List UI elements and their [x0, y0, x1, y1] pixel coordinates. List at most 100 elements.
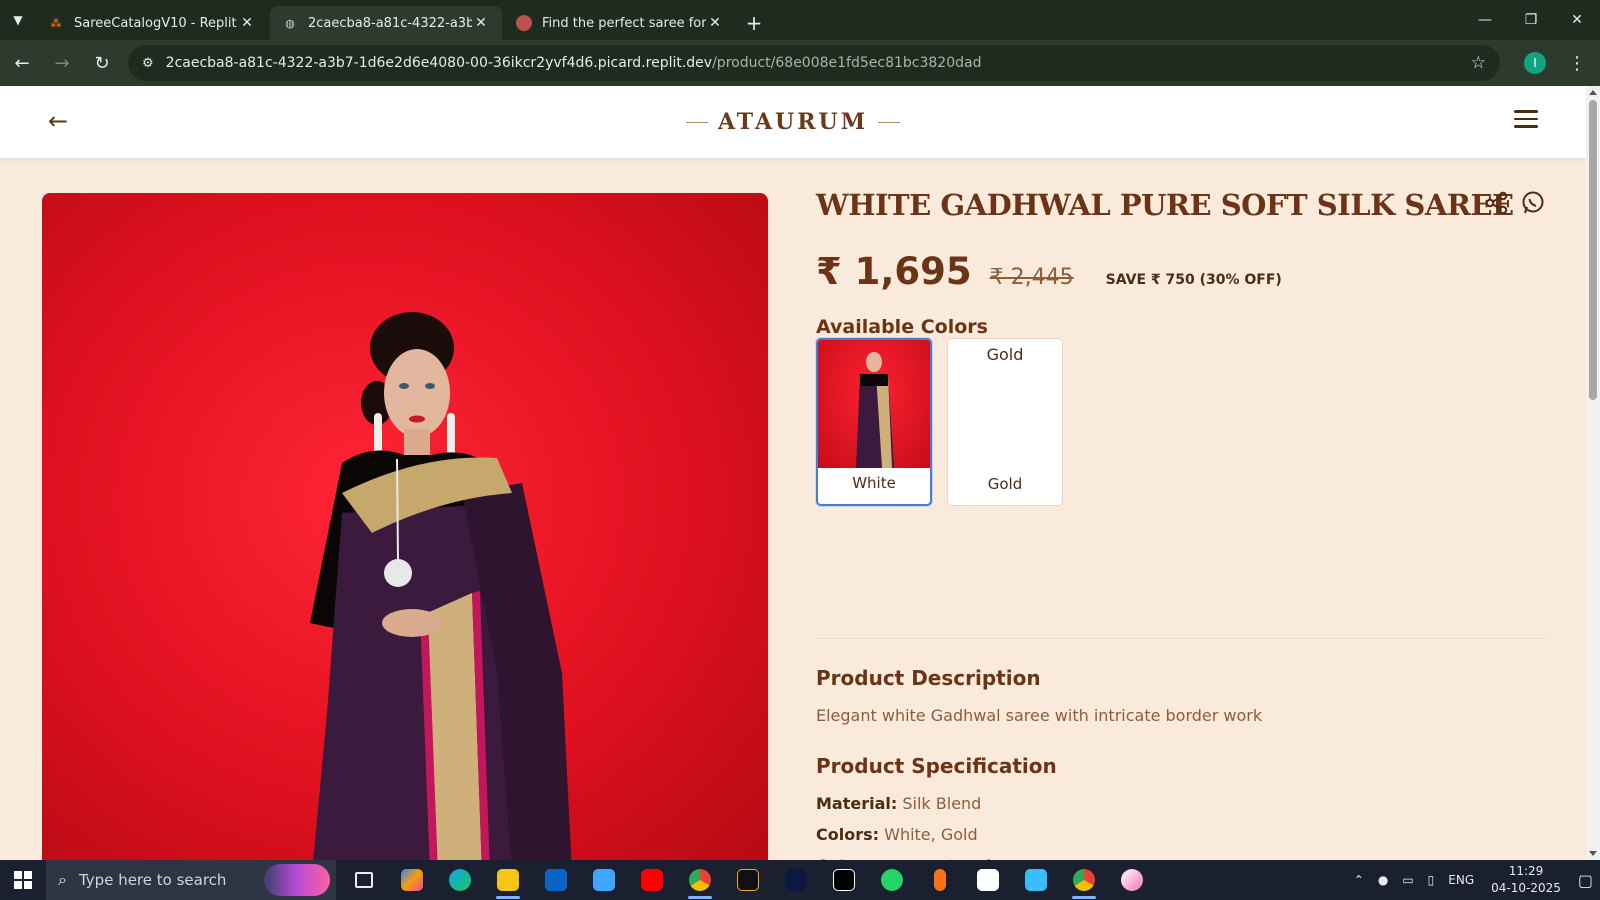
arrow-right-icon: → [54, 52, 70, 74]
scroll-down-icon[interactable] [1589, 851, 1597, 856]
close-tab-icon[interactable]: ✕ [472, 15, 490, 31]
windows-logo-icon [14, 871, 32, 889]
spec-colors: Colors: White, Gold [816, 825, 978, 844]
brand-line-left [685, 121, 708, 123]
microphone-app-icon[interactable] [916, 860, 964, 900]
product-description: Elegant white Gadhwal saree with intrica… [816, 706, 1263, 725]
clock[interactable]: 11:29 04-10-2025 [1491, 863, 1561, 897]
original-price: ₹ 2,445 [989, 265, 1074, 290]
whatsapp-icon[interactable] [1520, 190, 1546, 216]
chrome-profile-icon[interactable] [676, 860, 724, 900]
tab-title: 2caecba8-a81c-4322-a3b7-1d6 [308, 15, 472, 31]
restore-icon[interactable]: ❐ [1508, 0, 1554, 40]
reload-button[interactable]: ↻ [84, 45, 120, 81]
browser-menu-icon[interactable]: ⋮ [1568, 53, 1586, 74]
product-title: WHITE GADHWAL PURE SOFT SILK SAREE [816, 188, 1514, 222]
broken-image-alt: Gold [986, 345, 1024, 364]
solitaire-icon[interactable] [964, 860, 1012, 900]
product-info-panel: WHITE GADHWAL PURE SOFT SILK SAREE ₹ 1,6… [816, 188, 1546, 860]
price-row: ₹ 1,695 ₹ 2,445 SAVE ₹ 750 (30% OFF) [816, 250, 1282, 293]
close-window-icon[interactable]: ✕ [1554, 0, 1600, 40]
display-icon[interactable]: ▯ [1428, 873, 1435, 887]
minimize-icon[interactable]: — [1462, 0, 1508, 40]
color-label: White [852, 474, 896, 492]
brand-logo[interactable]: ATAURUM [685, 109, 901, 135]
language-indicator[interactable]: ENG [1448, 873, 1474, 887]
tab-search-button[interactable]: ▼ [0, 0, 36, 40]
close-tab-icon[interactable]: ✕ [238, 15, 256, 31]
page-scrollbar[interactable] [1586, 86, 1600, 860]
whatsapp-app-icon[interactable] [868, 860, 916, 900]
profile-avatar[interactable]: I [1524, 52, 1546, 74]
colors-heading: Available Colors [816, 316, 988, 338]
search-highlight-image [264, 864, 330, 896]
reload-icon: ↻ [94, 52, 110, 74]
spec-value: White, Gold [884, 825, 978, 844]
browser-tab-active[interactable]: ◍ 2caecba8-a81c-4322-a3b7-1d6 ✕ [270, 6, 502, 40]
url-path: /product/68e008e1fd5ec81bc3820dad [712, 55, 982, 71]
chevron-up-icon[interactable]: ⌃ [1354, 873, 1364, 887]
bookmark-star-icon[interactable]: ☆ [1471, 53, 1486, 73]
site-info-icon[interactable]: ⚙ [142, 56, 154, 71]
taskbar-search[interactable]: ⌕ Type here to search [46, 860, 336, 900]
new-tab-button[interactable]: + [738, 6, 770, 40]
notifications-icon[interactable]: ▢ [1578, 871, 1593, 890]
microphone-icon[interactable]: ● [1378, 873, 1388, 887]
page-viewport: ← ATAURUM WHITE GADHWAL PURE SOFT SILK S… [0, 86, 1586, 860]
address-bar[interactable]: ⚙ 2caecba8-a81c-4322-a3b7-1d6e2d6e4080-0… [128, 45, 1500, 81]
saree-model-illustration [310, 312, 572, 860]
window-controls: — ❐ ✕ [1462, 0, 1600, 40]
snipping-tool-icon[interactable] [1012, 860, 1060, 900]
copilot-icon[interactable] [388, 860, 436, 900]
back-arrow-icon[interactable]: ← [48, 108, 74, 134]
outlook-icon[interactable] [532, 860, 580, 900]
spec-key: Material: [816, 794, 898, 813]
windows-taskbar: ⌕ Type here to search ⌃ ● ▭ ▯ ENG 11:29 … [0, 860, 1600, 900]
chrome-icon[interactable] [1060, 860, 1108, 900]
forward-button[interactable]: → [44, 45, 80, 81]
color-option-white[interactable]: White [816, 338, 932, 506]
spec-heading: Product Specification [816, 754, 1057, 778]
browser-tab[interactable]: ⁂ SareeCatalogV10 - Replit ✕ [36, 6, 268, 40]
share-icon[interactable] [1484, 190, 1510, 216]
search-placeholder: Type here to search [78, 871, 227, 889]
color-option-gold[interactable]: Gold Gold [947, 338, 1063, 506]
clock-time: 11:29 [1508, 864, 1544, 878]
color-thumbnail [818, 340, 930, 468]
back-button[interactable]: ← [4, 45, 40, 81]
plus-icon: + [745, 11, 763, 35]
site-favicon-icon [516, 15, 532, 31]
chevron-down-icon: ▼ [13, 13, 23, 27]
system-tray: ⌃ ● ▭ ▯ ENG 11:29 04-10-2025 ▢ [1347, 860, 1600, 900]
hotstar-icon[interactable] [772, 860, 820, 900]
search-icon: ⌕ [58, 870, 67, 889]
product-main-image[interactable] [42, 193, 768, 860]
start-button[interactable] [0, 860, 46, 900]
spec-material: Material: Silk Blend [816, 794, 981, 813]
store-icon[interactable] [580, 860, 628, 900]
clock-date: 04-10-2025 [1491, 881, 1561, 895]
browser-tab-bar: ▼ ⁂ SareeCatalogV10 - Replit ✕ ◍ 2caecba… [0, 0, 1600, 40]
taskbar-apps [340, 860, 1156, 900]
youtube-icon[interactable] [628, 860, 676, 900]
hamburger-menu-icon[interactable] [1514, 110, 1538, 132]
scrollbar-thumb[interactable] [1589, 100, 1597, 400]
edge-icon[interactable] [436, 860, 484, 900]
capcut-icon[interactable] [820, 860, 868, 900]
scroll-up-icon[interactable] [1589, 90, 1597, 95]
discount-text: SAVE ₹ 750 (30% OFF) [1105, 272, 1282, 288]
browser-tab[interactable]: Find the perfect saree for any o ✕ [504, 6, 736, 40]
section-divider [816, 638, 1546, 639]
browser-toolbar: ← → ↻ ⚙ 2caecba8-a81c-4322-a3b7-1d6e2d6e… [0, 40, 1600, 86]
spec-value: Silk Blend [902, 794, 982, 813]
arrow-left-icon: ← [14, 52, 30, 74]
file-explorer-icon[interactable] [484, 860, 532, 900]
paint-icon[interactable] [1108, 860, 1156, 900]
globe-favicon-icon: ◍ [285, 16, 295, 30]
sonyliv-icon[interactable] [724, 860, 772, 900]
network-icon[interactable]: ▭ [1402, 873, 1413, 887]
brand-name: ATAURUM [717, 109, 869, 135]
task-view-icon[interactable] [340, 860, 388, 900]
close-tab-icon[interactable]: ✕ [706, 15, 724, 31]
color-label: Gold [987, 475, 1023, 493]
